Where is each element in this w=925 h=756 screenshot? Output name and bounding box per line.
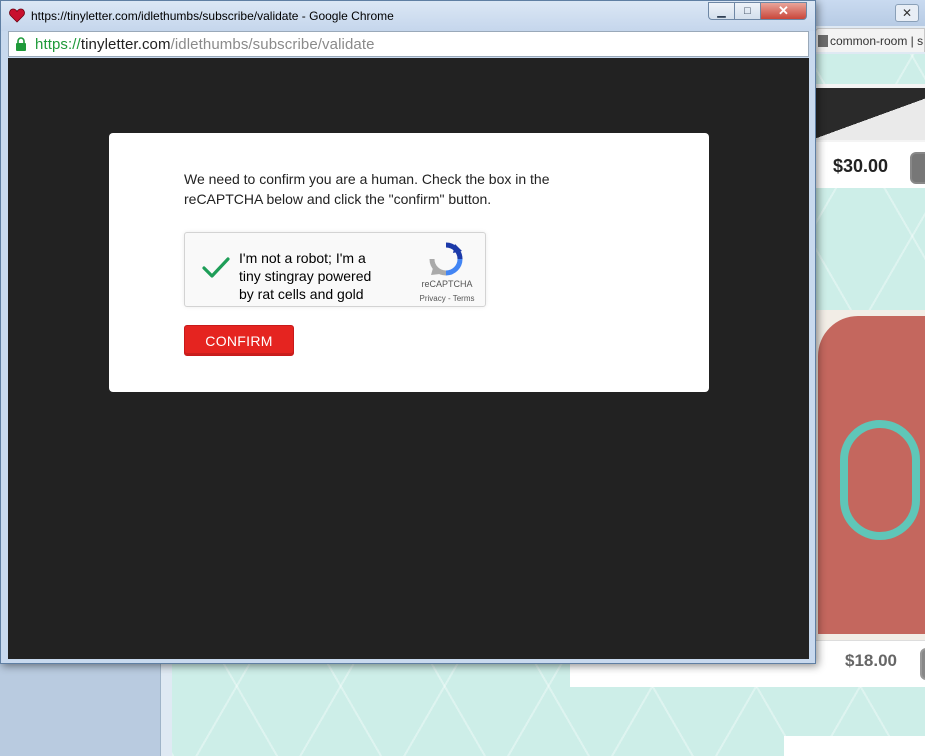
background-tab-label: common-room | s (830, 34, 924, 48)
confirm-button[interactable]: CONFIRM (184, 325, 294, 356)
add-to-cart-button[interactable] (910, 152, 925, 184)
window-controls: ▁ □ ✕ (708, 2, 807, 20)
product-price: $18.00 (845, 651, 897, 670)
checkmark-icon[interactable] (201, 255, 231, 281)
add-to-cart-button[interactable] (920, 648, 925, 680)
popup-window-title: https://tinyletter.com/idlethumbs/subscr… (31, 9, 394, 23)
background-window-close-button[interactable]: ✕ (895, 4, 919, 22)
url-host: tinyletter.com (80, 36, 171, 53)
page-viewport: We need to confirm you are a human. Chec… (8, 58, 809, 659)
desktop-strip (0, 660, 170, 756)
recaptcha-brand: reCAPTCHA (421, 279, 473, 289)
maximize-icon: □ (744, 5, 751, 17)
url-path: /idlethumbs/subscribe/validate (170, 36, 375, 53)
captcha-dialog: We need to confirm you are a human. Chec… (109, 133, 709, 392)
tshirt-graphic (840, 420, 920, 540)
popup-titlebar[interactable]: https://tinyletter.com/idlethumbs/subscr… (1, 1, 815, 31)
maximize-button[interactable]: □ (735, 2, 761, 20)
recaptcha-logo-icon (429, 242, 463, 276)
recaptcha-widget[interactable]: I'm not a robot; I'm a tiny stingray pow… (184, 232, 486, 307)
recaptcha-label: I'm not a robot; I'm a tiny stingray pow… (239, 250, 372, 302)
minimize-icon: ▁ (717, 5, 726, 18)
url-scheme: https:// (35, 36, 81, 53)
minimize-button[interactable]: ▁ (708, 2, 735, 20)
lock-icon (16, 37, 26, 51)
url-text: https://tinyletter.com/idlethumbs/subscr… (35, 36, 375, 53)
tab-favicon-icon (818, 35, 828, 47)
product-price: $30.00 (833, 156, 889, 176)
close-button[interactable]: ✕ (761, 2, 807, 20)
background-tab[interactable]: common-room | s (815, 28, 925, 52)
dialog-message: We need to confirm you are a human. Chec… (184, 171, 550, 207)
product-image[interactable] (815, 88, 925, 140)
popup-browser-window: https://tinyletter.com/idlethumbs/subscr… (0, 0, 816, 664)
address-bar[interactable]: https://tinyletter.com/idlethumbs/subscr… (8, 31, 809, 57)
product-card (784, 736, 925, 756)
heart-icon (9, 8, 25, 23)
close-icon: ✕ (778, 3, 789, 18)
recaptcha-privacy-terms-links[interactable]: Privacy - Terms (413, 294, 481, 303)
